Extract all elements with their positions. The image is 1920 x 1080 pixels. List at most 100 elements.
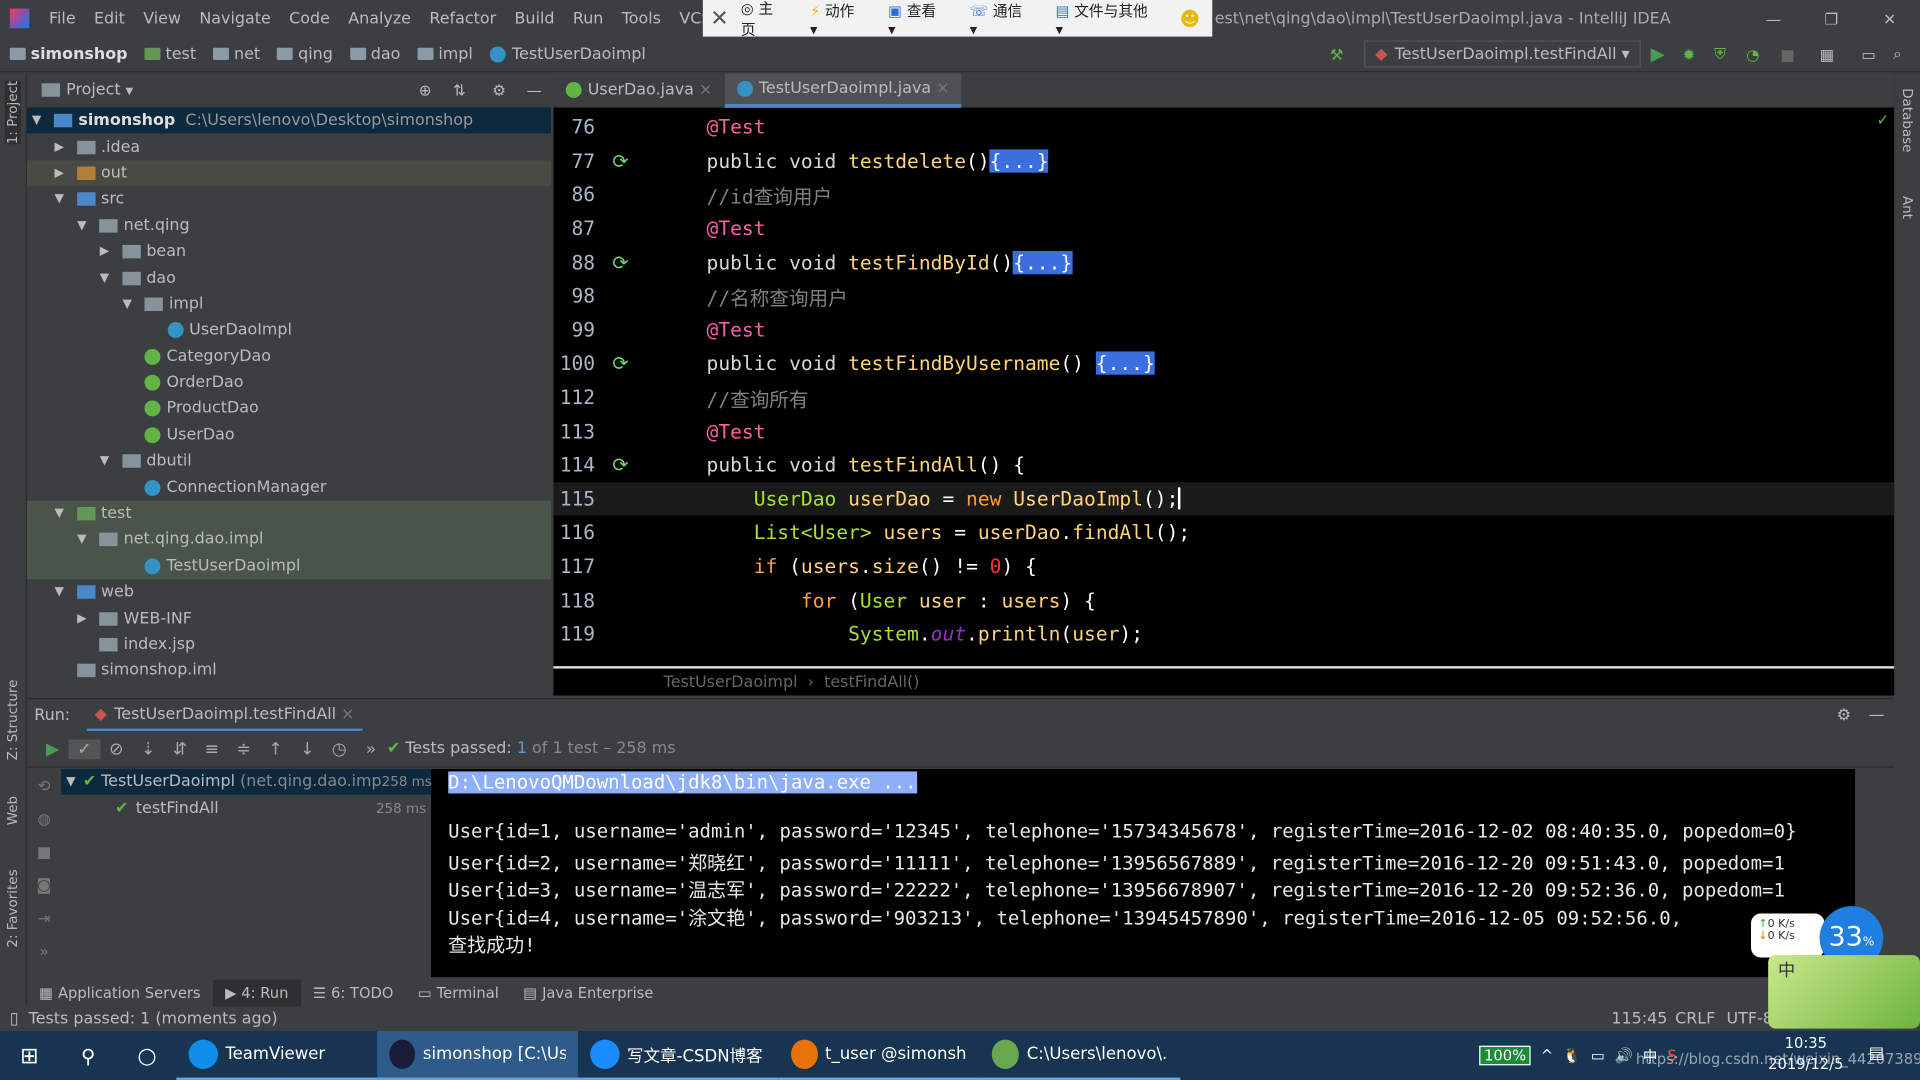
expanded-arrow-icon[interactable]: ▼ — [54, 193, 69, 206]
search-icon[interactable]: ⚲ — [59, 1044, 118, 1067]
exit-icon[interactable]: ⇥ — [27, 901, 61, 934]
qq-icon[interactable]: 🐧 — [1563, 1047, 1581, 1064]
network-icon[interactable]: ▭ — [1591, 1047, 1605, 1064]
close-window-button[interactable]: ✕ — [1883, 9, 1896, 27]
test-suite-row[interactable]: ▼ ✔ TestUserDaoimpl (net.qing.dao.imp 258 … — [61, 768, 432, 796]
minimize-button[interactable]: — — [1766, 9, 1781, 27]
caret-position[interactable]: 115:45 — [1611, 1010, 1667, 1028]
code-area[interactable]: 76 @Test 77 ⟳ public void testdelete() {...} 8… — [553, 108, 1895, 666]
prev-test-icon[interactable]: ↑ — [260, 739, 292, 759]
hide-panel-icon[interactable]: — — [527, 81, 542, 99]
more-icon[interactable]: » — [27, 934, 61, 967]
run-test-gutter-icon[interactable]: ⟳ — [612, 149, 706, 172]
toolbar-comm[interactable]: ☏ 通信 ▾ — [970, 0, 1044, 38]
taskbar-app[interactable]: 写文章-CSDN博客 — [577, 1031, 779, 1080]
close-toolbar-icon[interactable]: ✕ — [710, 6, 728, 32]
run-settings-icon[interactable]: ⚙ — [1837, 706, 1851, 724]
tree-item[interactable]: ProductDao — [27, 396, 551, 422]
run-icon[interactable]: ▶ — [1651, 43, 1665, 65]
settings-icon[interactable]: ⚙ — [492, 81, 506, 99]
tree-item[interactable]: ▼ dbutil — [27, 448, 551, 474]
tree-item[interactable]: ▶ bean — [27, 239, 551, 265]
run-test-gutter-icon[interactable]: ⟳ — [612, 251, 706, 274]
crumb-method[interactable]: testFindAll() — [824, 673, 919, 691]
expand-all-icon[interactable]: ≡ — [196, 739, 228, 759]
coverage-icon[interactable]: ⛨ — [1714, 44, 1725, 64]
crumb-class[interactable]: TestUserDaoimpl — [664, 673, 798, 691]
tray-expand-icon[interactable]: ^ — [1541, 1047, 1553, 1064]
tool-tab-4-run[interactable]: ▶ 4: Run — [212, 979, 301, 1007]
tree-item[interactable]: ▼ web — [27, 579, 551, 605]
expanded-arrow-icon[interactable]: ▼ — [100, 455, 115, 468]
tool-tab-terminal[interactable]: ▭ Terminal — [406, 980, 511, 1007]
tree-item[interactable]: ▶ .idea — [27, 134, 551, 160]
tool-tab-6-todo[interactable]: ☰ 6: TODO — [301, 980, 406, 1007]
project-view-select[interactable]: Project — [66, 81, 120, 99]
structure-tool-tab[interactable]: Z: Structure — [5, 680, 21, 761]
project-tool-tab[interactable]: 1: Project — [4, 80, 21, 145]
menu-refactor[interactable]: Refactor — [429, 9, 496, 27]
toggle-auto-test-icon[interactable]: ⟲ — [27, 769, 61, 802]
tree-item[interactable]: UserDaoImpl — [27, 317, 551, 343]
tree-item[interactable]: index.jsp — [27, 632, 551, 658]
show-passed-icon[interactable]: ✓ — [68, 738, 101, 759]
menu-run[interactable]: Run — [573, 9, 604, 27]
start-icon[interactable]: ⊞ — [0, 1043, 59, 1069]
layout-icon[interactable]: ▭ — [1861, 45, 1875, 63]
nav-crumb[interactable]: simonshop — [9, 45, 138, 63]
more-icon[interactable]: » — [355, 739, 387, 759]
debug-icon[interactable]: ✹ — [1682, 45, 1695, 63]
ant-tool-tab[interactable]: Ant — [1899, 196, 1915, 219]
folded-code-block[interactable]: {...} — [989, 149, 1049, 173]
tree-item[interactable]: ▼ impl — [27, 291, 551, 317]
profile-icon[interactable]: ◔ — [1746, 45, 1759, 63]
cortana-icon[interactable]: ○ — [118, 1043, 177, 1069]
rerun-icon[interactable]: ▶ — [37, 739, 69, 759]
menu-navigate[interactable]: Navigate — [199, 9, 270, 27]
menu-edit[interactable]: Edit — [94, 9, 125, 27]
taskbar-app[interactable]: t_user @simonsh... — [778, 1031, 980, 1080]
volume-icon[interactable]: 🔊 — [1615, 1047, 1633, 1064]
console-output[interactable]: D:\LenovoQMDownload\jdk8\bin\java.exe ..… — [431, 768, 1856, 978]
test-case-row[interactable]: ✔ testFindAll 258 ms — [61, 795, 431, 821]
tab-userdao[interactable]: UserDao.java × — [553, 73, 724, 107]
collapsed-arrow-icon[interactable]: ▶ — [100, 245, 115, 258]
run-test-gutter-icon[interactable]: ⟳ — [612, 352, 706, 375]
tree-item[interactable]: CategoryDao — [27, 343, 551, 369]
taskbar-app[interactable]: simonshop [C:\Us... — [377, 1031, 578, 1080]
emoji-icon[interactable]: ☻ — [1180, 7, 1200, 30]
expanded-arrow-icon[interactable]: ▼ — [54, 507, 69, 520]
camera-icon[interactable]: ◙ — [27, 868, 61, 901]
web-tool-tab[interactable]: Web — [5, 796, 21, 825]
project-structure-icon[interactable]: ▦ — [1820, 45, 1834, 63]
taskbar-app[interactable]: TeamViewer — [176, 1031, 378, 1080]
collapse-all-icon[interactable]: ⇅ — [453, 81, 466, 99]
search-icon[interactable]: ⌕ — [1893, 44, 1902, 64]
collapsed-arrow-icon[interactable]: ▶ — [77, 612, 92, 625]
tree-item[interactable]: ▼ test — [26, 500, 552, 527]
collapsed-arrow-icon[interactable]: ▶ — [54, 166, 69, 179]
tree-item[interactable]: OrderDao — [27, 370, 551, 396]
menu-build[interactable]: Build — [515, 9, 555, 27]
close-run-tab-icon[interactable]: × — [341, 705, 354, 723]
collapsed-arrow-icon[interactable]: ▶ — [54, 140, 69, 153]
nav-crumb[interactable]: qing — [277, 45, 342, 63]
tree-item[interactable]: ▼ src — [27, 186, 551, 212]
show-ignored-icon[interactable]: ⊘ — [100, 739, 132, 759]
build-icon[interactable]: ⚒ — [1330, 45, 1344, 63]
tree-item[interactable]: simonshop.iml — [27, 658, 551, 684]
next-test-icon[interactable]: ↓ — [291, 739, 323, 759]
tab-testuserdaoimpl[interactable]: TestUserDaoimpl.java × — [724, 72, 962, 108]
hide-run-icon[interactable]: — — [1869, 706, 1885, 724]
taskbar-app[interactable]: C:\Users\lenovo\... — [979, 1031, 1181, 1080]
restore-button[interactable]: ❐ — [1824, 9, 1838, 27]
nav-crumb[interactable]: dao — [349, 45, 410, 63]
dump-threads-icon[interactable]: ◍ — [27, 802, 61, 835]
tree-item[interactable]: ▼ net.qing.dao.impl — [26, 526, 552, 554]
locate-icon[interactable]: ⊕ — [419, 81, 432, 99]
menu-file[interactable]: File — [49, 9, 76, 27]
expanded-arrow-icon[interactable]: ▼ — [77, 219, 92, 232]
tree-item[interactable]: ▶ WEB-INF — [27, 605, 551, 631]
tree-item[interactable]: ▼ net.qing — [27, 213, 551, 239]
status-layout-icon[interactable]: ▯ — [10, 1010, 19, 1028]
